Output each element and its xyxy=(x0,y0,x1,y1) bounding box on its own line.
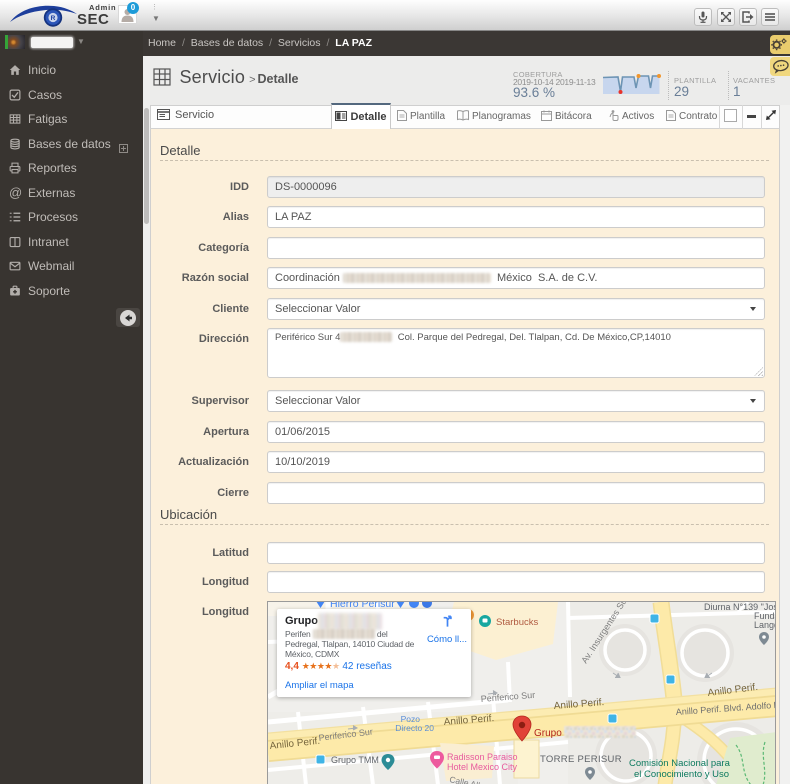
svg-text:Langd: Langd xyxy=(754,620,776,630)
svg-text:el Conocimiento y Uso: el Conocimiento y Uso xyxy=(634,769,729,780)
svg-text:TORRE PERISUR: TORRE PERISUR xyxy=(540,754,622,765)
svg-text:Grupo: Grupo xyxy=(534,728,562,739)
svg-text:Comisión Nacional para: Comisión Nacional para xyxy=(629,758,731,769)
svg-text:Radisson Paraiso: Radisson Paraiso xyxy=(447,752,518,762)
svg-text:Grupo TMM: Grupo TMM xyxy=(331,755,379,765)
svg-text:Starbucks: Starbucks xyxy=(496,617,538,628)
svg-text:Directo 20: Directo 20 xyxy=(395,723,434,733)
svg-text:R: R xyxy=(51,15,56,22)
svg-text:Hotel Mexico City: Hotel Mexico City xyxy=(447,762,518,772)
